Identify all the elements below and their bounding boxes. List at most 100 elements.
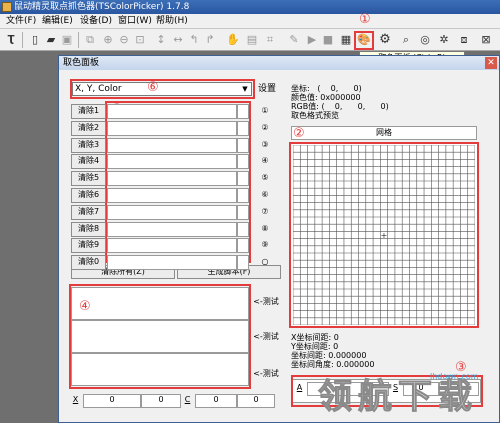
color-field-3[interactable] bbox=[107, 138, 237, 153]
crop-icon[interactable]: ⌗ bbox=[262, 32, 278, 48]
c-field-1[interactable]: 0 bbox=[195, 394, 237, 408]
row-number-10[interactable]: ○ bbox=[252, 255, 278, 268]
gear-icon[interactable]: ⚙ bbox=[377, 32, 393, 48]
row-number-3[interactable]: ③ bbox=[252, 138, 278, 151]
clear-button-5[interactable]: 清除5 bbox=[71, 171, 106, 186]
menu-help[interactable]: 帮助(H) bbox=[156, 15, 188, 28]
clear-button-6[interactable]: 清除6 bbox=[71, 188, 106, 203]
clear-button-2[interactable]: 清除2 bbox=[71, 121, 106, 136]
marker-2: ② bbox=[293, 126, 305, 141]
row-number-7[interactable]: ⑦ bbox=[252, 205, 278, 218]
row-number-2[interactable]: ② bbox=[252, 121, 278, 134]
open-folder-icon[interactable]: ▰ bbox=[43, 32, 59, 48]
panel-title: 取色面板 bbox=[63, 58, 100, 68]
settings-icon[interactable]: ✲ bbox=[436, 32, 452, 48]
color-swatch-7[interactable] bbox=[237, 205, 249, 220]
zoom-grid[interactable]: + bbox=[293, 145, 475, 325]
color-swatch-4[interactable] bbox=[237, 154, 249, 169]
x-label: X bbox=[72, 395, 79, 404]
row-number-9[interactable]: ⑨ bbox=[252, 238, 278, 251]
color-swatch-1[interactable] bbox=[237, 104, 249, 119]
test-button-3[interactable]: <-测试 bbox=[251, 369, 281, 379]
redo-icon[interactable]: ↱ bbox=[202, 32, 218, 48]
list-icon[interactable]: ▦ bbox=[338, 32, 354, 48]
window-icon[interactable]: ⧈ bbox=[456, 32, 472, 48]
vertical-arrows-icon[interactable]: ↕ bbox=[153, 32, 169, 48]
toolbar: Ʈ ▯ ▰ ▣ ⧉ ⊕ ⊖ ⊡ ↕ ↔ ↰ ↱ ✋ ▤ ⌗ ✎ ▶ ■ ▦ 🎨 … bbox=[0, 29, 500, 51]
menu-bar: 文件(F) 编辑(E) 设备(D) 窗口(W) 帮助(H) bbox=[0, 14, 500, 29]
find-color-icon[interactable]: ◎ bbox=[417, 32, 433, 48]
format-highlight-box bbox=[70, 79, 255, 99]
x-field-2[interactable]: 0 bbox=[141, 394, 181, 408]
color-field-9[interactable] bbox=[107, 238, 237, 253]
color-field-8[interactable] bbox=[107, 222, 237, 237]
marker-1: ① bbox=[359, 12, 371, 27]
c-field-2[interactable]: 0 bbox=[237, 394, 275, 408]
test-highlight-box bbox=[69, 284, 251, 389]
color-field-2[interactable] bbox=[107, 121, 237, 136]
panel-title-bar: 取色面板 bbox=[59, 56, 499, 70]
save-icon[interactable]: ▣ bbox=[59, 32, 75, 48]
close-icon[interactable]: ✕ bbox=[485, 57, 497, 69]
close-doc-icon[interactable]: ⊠ bbox=[478, 32, 494, 48]
color-swatch-2[interactable] bbox=[237, 121, 249, 136]
stop-icon[interactable]: ■ bbox=[320, 32, 336, 48]
grid-center-marker: + bbox=[381, 231, 388, 240]
settings-button[interactable]: 设置 bbox=[256, 82, 278, 96]
toolbar-separator bbox=[22, 32, 23, 48]
row-number-1[interactable]: ① bbox=[252, 104, 278, 117]
undo-icon[interactable]: ↰ bbox=[186, 32, 202, 48]
hand-icon[interactable]: ✋ bbox=[225, 32, 241, 48]
color-swatch-10[interactable] bbox=[237, 255, 249, 270]
color-field-7[interactable] bbox=[107, 205, 237, 220]
new-file-icon[interactable]: ▯ bbox=[27, 32, 43, 48]
color-swatch-3[interactable] bbox=[237, 138, 249, 153]
a-label: A bbox=[296, 383, 303, 392]
row-number-5[interactable]: ⑤ bbox=[252, 171, 278, 184]
color-swatch-6[interactable] bbox=[237, 188, 249, 203]
row-number-6[interactable]: ⑥ bbox=[252, 188, 278, 201]
color-swatch-9[interactable] bbox=[237, 238, 249, 253]
image-icon[interactable]: ▤ bbox=[244, 32, 260, 48]
menu-edit[interactable]: 编辑(E) bbox=[42, 15, 73, 28]
zoom-out-icon[interactable]: ⊖ bbox=[116, 32, 132, 48]
fit-icon[interactable]: ⊡ bbox=[132, 32, 148, 48]
format-preview-label: 取色格式预览 bbox=[291, 111, 339, 120]
clear-button-8[interactable]: 清除8 bbox=[71, 222, 106, 237]
color-field-6[interactable] bbox=[107, 188, 237, 203]
coord-angle-readout: 坐标间角度: 0.000000 bbox=[291, 360, 375, 369]
color-field-10[interactable] bbox=[107, 255, 237, 270]
menu-file[interactable]: 文件(F) bbox=[6, 15, 36, 28]
test-button-1[interactable]: <-测试 bbox=[251, 297, 281, 307]
color-field-4[interactable] bbox=[107, 154, 237, 169]
color-field-1[interactable] bbox=[107, 104, 237, 119]
menu-window[interactable]: 窗口(W) bbox=[118, 15, 152, 28]
marker-4: ④ bbox=[79, 299, 91, 314]
x-field-1[interactable]: 0 bbox=[83, 394, 141, 408]
color-swatch-5[interactable] bbox=[237, 171, 249, 186]
test-button-2[interactable]: <-测试 bbox=[251, 332, 281, 342]
row-number-4[interactable]: ④ bbox=[252, 154, 278, 167]
clear-button-3[interactable]: 清除3 bbox=[71, 138, 106, 153]
row-number-8[interactable]: ⑧ bbox=[252, 222, 278, 235]
clear-button-9[interactable]: 清除9 bbox=[71, 238, 106, 253]
play-icon[interactable]: ▶ bbox=[304, 32, 320, 48]
marker-6: ⑥ bbox=[147, 80, 159, 95]
find-icon[interactable]: ⌕ bbox=[398, 32, 414, 48]
clear-button-1[interactable]: 清除1 bbox=[71, 104, 106, 119]
clear-button-4[interactable]: 清除4 bbox=[71, 154, 106, 169]
toolbar-separator bbox=[78, 32, 79, 48]
ts-logo-icon[interactable]: Ʈ bbox=[3, 32, 19, 48]
color-field-5[interactable] bbox=[107, 171, 237, 186]
pen-icon[interactable]: ✎ bbox=[286, 32, 302, 48]
zoom-in-icon[interactable]: ⊕ bbox=[100, 32, 116, 48]
clear-button-10[interactable]: 清除0 bbox=[71, 255, 106, 270]
color-panel: 取色面板 ✕ X, Y, Color ▼ ⑥ 设置 ⑤ 清除所有(Z) 生成脚本… bbox=[58, 55, 500, 423]
copy-icon[interactable]: ⧉ bbox=[82, 32, 98, 48]
app-icon bbox=[2, 2, 12, 12]
color-swatch-8[interactable] bbox=[237, 222, 249, 237]
horizontal-arrows-icon[interactable]: ↔ bbox=[170, 32, 186, 48]
workspace-background bbox=[0, 51, 58, 423]
menu-device[interactable]: 设备(D) bbox=[80, 15, 112, 28]
clear-button-7[interactable]: 清除7 bbox=[71, 205, 106, 220]
